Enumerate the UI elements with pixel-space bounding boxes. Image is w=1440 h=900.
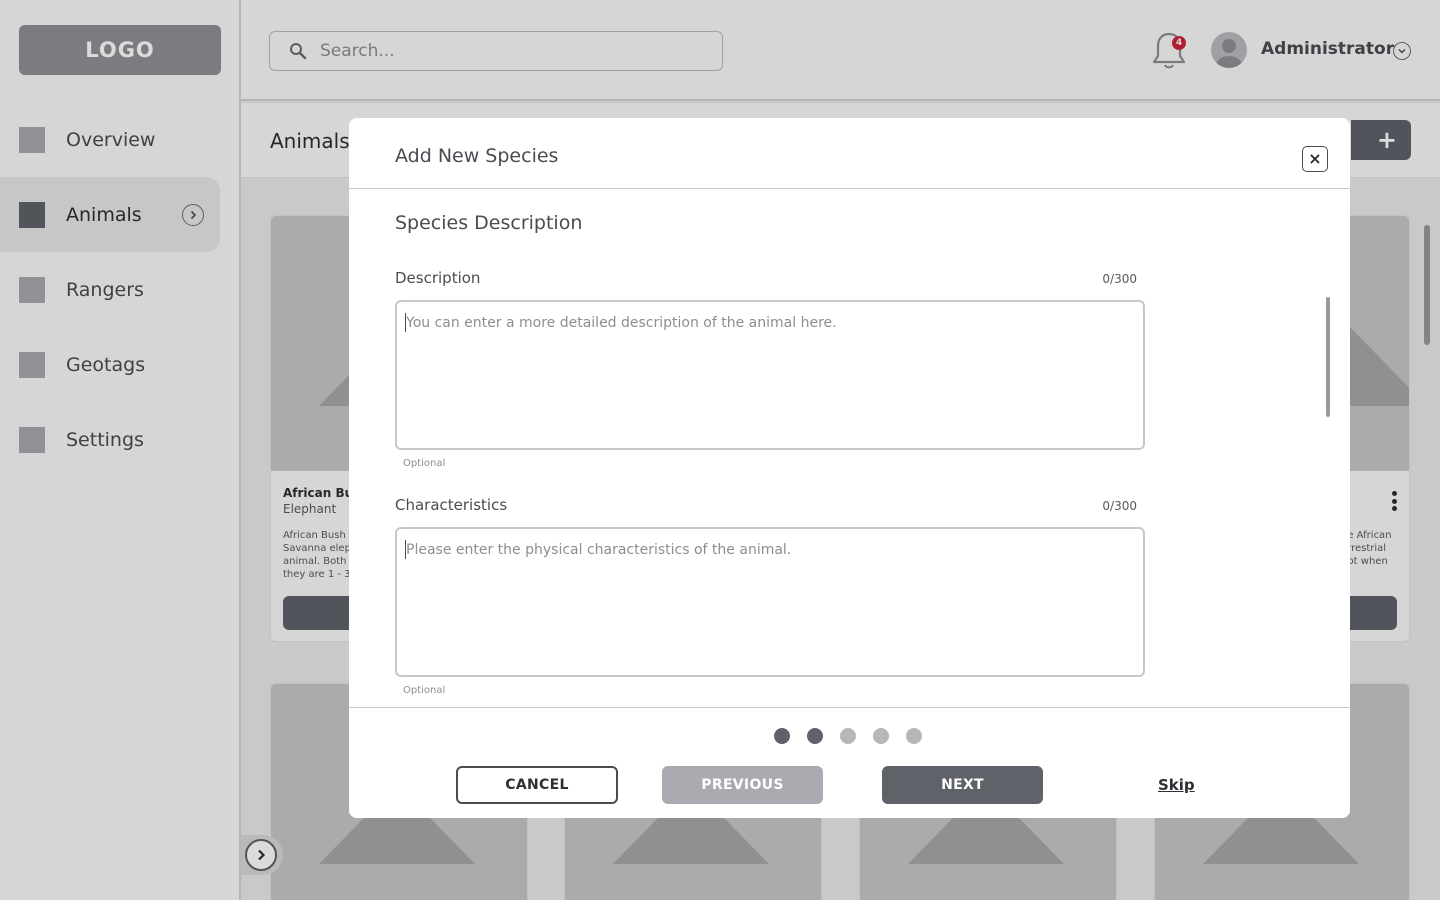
characteristics-counter: 0/300 <box>1102 499 1137 513</box>
skip-link[interactable]: Skip <box>1158 776 1195 794</box>
step-dot <box>807 728 823 744</box>
modal-header: Add New Species × <box>349 118 1350 189</box>
description-textarea[interactable]: You can enter a more detailed descriptio… <box>395 300 1145 450</box>
modal-body: Species Description Description 0/300 Yo… <box>349 190 1350 707</box>
description-label: Description <box>395 269 481 287</box>
modal-title: Add New Species <box>395 145 559 167</box>
description-hint: Optional <box>403 458 446 469</box>
characteristics-placeholder: Please enter the physical characteristic… <box>406 542 792 558</box>
text-caret <box>405 313 406 332</box>
step-dot <box>906 728 922 744</box>
step-dot <box>873 728 889 744</box>
add-species-modal: Add New Species × Species Description De… <box>349 118 1350 818</box>
modal-footer: CANCEL PREVIOUS NEXT Skip <box>349 707 1350 818</box>
section-title: Species Description <box>395 212 583 234</box>
description-placeholder: You can enter a more detailed descriptio… <box>406 315 837 331</box>
close-icon[interactable]: × <box>1302 146 1328 172</box>
step-indicator <box>774 728 922 744</box>
previous-button[interactable]: PREVIOUS <box>662 766 823 804</box>
step-dot <box>774 728 790 744</box>
description-counter: 0/300 <box>1102 272 1137 286</box>
characteristics-textarea[interactable]: Please enter the physical characteristic… <box>395 527 1145 677</box>
characteristics-label: Characteristics <box>395 496 508 514</box>
modal-scrollbar[interactable] <box>1326 297 1330 417</box>
cancel-button[interactable]: CANCEL <box>456 766 618 804</box>
step-dot <box>840 728 856 744</box>
text-caret <box>405 540 406 559</box>
next-button[interactable]: NEXT <box>882 766 1043 804</box>
characteristics-hint: Optional <box>403 685 446 696</box>
